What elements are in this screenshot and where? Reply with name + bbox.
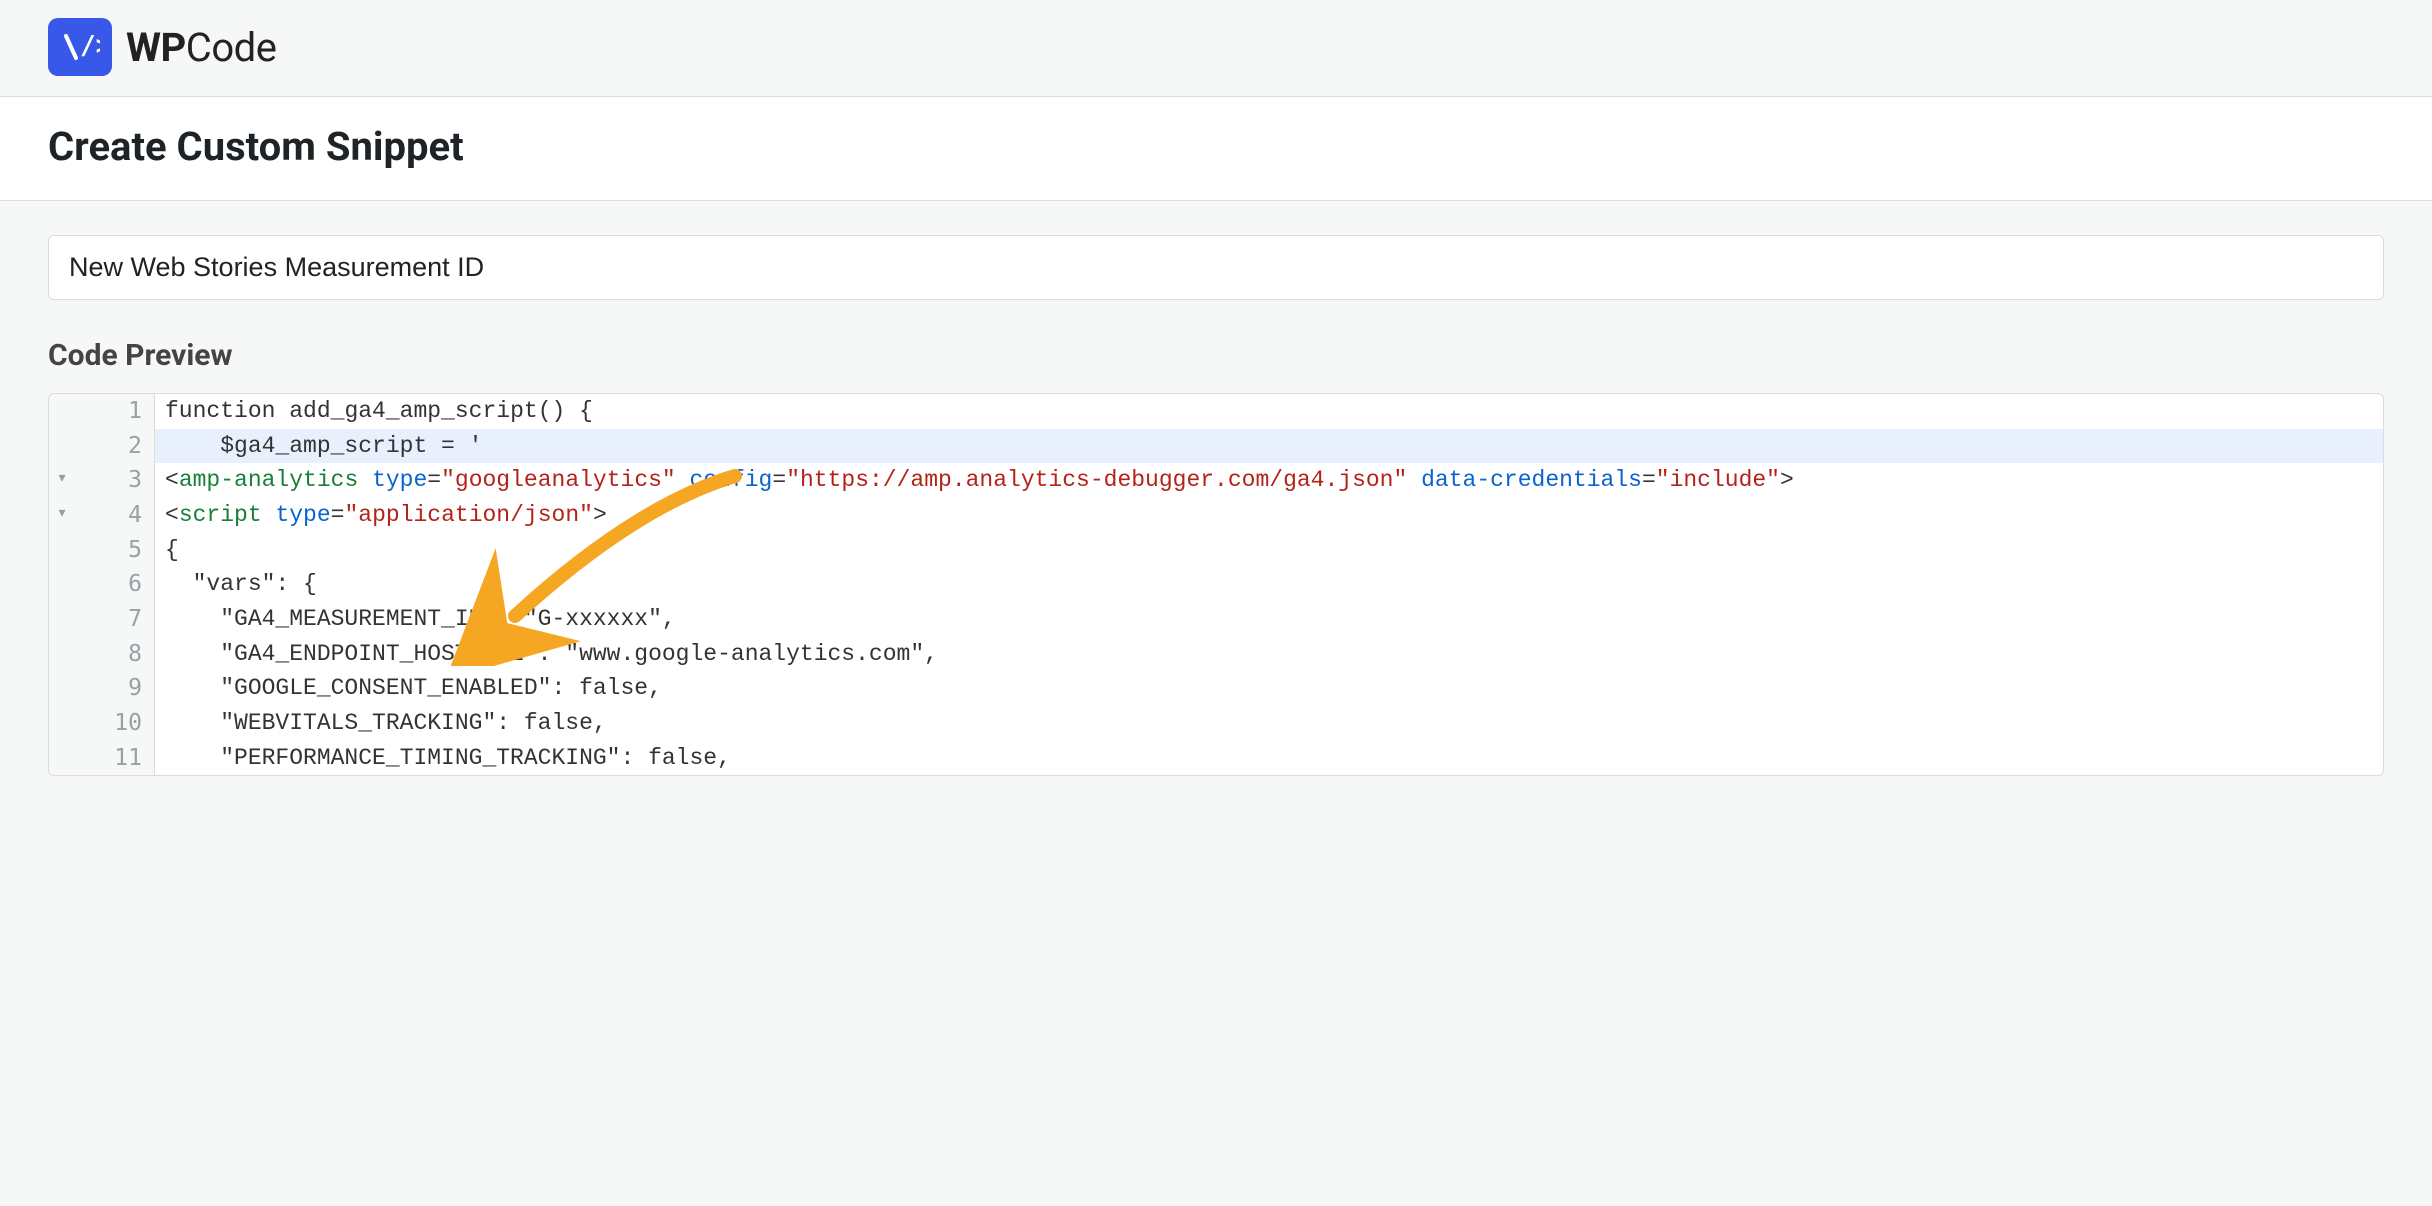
code-content[interactable]: <amp-analytics type="googleanalytics" co… [155, 463, 2383, 498]
code-line[interactable]: 6 "vars": { [49, 567, 2383, 602]
line-number: 8 [75, 637, 155, 672]
code-line[interactable]: 10 "WEBVITALS_TRACKING": false, [49, 706, 2383, 741]
code-content[interactable]: "vars": { [155, 567, 2383, 602]
code-content[interactable]: "GOOGLE_CONSENT_ENABLED": false, [155, 671, 2383, 706]
code-line[interactable]: 11 "PERFORMANCE_TIMING_TRACKING": false, [49, 741, 2383, 776]
app-header: /> WPCode [0, 0, 2432, 96]
code-content[interactable]: <script type="application/json"> [155, 498, 2383, 533]
code-content[interactable]: "GA4_ENDPOINT_HOSTNAME": "www.google-ana… [155, 637, 2383, 672]
fold-gutter [49, 429, 75, 464]
fold-gutter[interactable]: ▾ [49, 463, 75, 498]
line-number: 7 [75, 602, 155, 637]
line-number: 4 [75, 498, 155, 533]
code-content[interactable]: "PERFORMANCE_TIMING_TRACKING": false, [155, 741, 2383, 776]
fold-gutter [49, 741, 75, 776]
code-line[interactable]: 8 "GA4_ENDPOINT_HOSTNAME": "www.google-a… [49, 637, 2383, 672]
logo-text: WPCode [126, 24, 276, 71]
fold-gutter [49, 602, 75, 637]
fold-gutter [49, 706, 75, 741]
code-line[interactable]: ▾3<amp-analytics type="googleanalytics" … [49, 463, 2383, 498]
fold-gutter [49, 567, 75, 602]
code-content[interactable]: function add_ga4_amp_script() { [155, 394, 2383, 429]
code-content[interactable]: "WEBVITALS_TRACKING": false, [155, 706, 2383, 741]
fold-gutter [49, 671, 75, 706]
fold-gutter [49, 394, 75, 429]
code-editor[interactable]: 1function add_ga4_amp_script() {2 $ga4_a… [48, 393, 2384, 776]
wpcode-logo-icon: /> [48, 18, 112, 76]
code-line[interactable]: 7 "GA4_MEASUREMENT_ID": "G-xxxxxx", [49, 602, 2383, 637]
line-number: 9 [75, 671, 155, 706]
line-number: 2 [75, 429, 155, 464]
svg-text:/>: /> [80, 32, 100, 61]
logo: /> WPCode [48, 18, 2384, 76]
content-area: Code Preview 1function add_ga4_amp_scrip… [0, 201, 2432, 836]
code-line[interactable]: 9 "GOOGLE_CONSENT_ENABLED": false, [49, 671, 2383, 706]
page-title: Create Custom Snippet [48, 123, 2384, 170]
fold-gutter [49, 533, 75, 568]
line-number: 11 [75, 741, 155, 776]
fold-gutter[interactable]: ▾ [49, 498, 75, 533]
line-number: 5 [75, 533, 155, 568]
code-content[interactable]: "GA4_MEASUREMENT_ID": "G-xxxxxx", [155, 602, 2383, 637]
line-number: 3 [75, 463, 155, 498]
snippet-title-input[interactable] [48, 235, 2384, 300]
page-title-band: Create Custom Snippet [0, 96, 2432, 201]
code-line[interactable]: ▾4<script type="application/json"> [49, 498, 2383, 533]
code-line[interactable]: 2 $ga4_amp_script = ' [49, 429, 2383, 464]
code-line[interactable]: 1function add_ga4_amp_script() { [49, 394, 2383, 429]
line-number: 6 [75, 567, 155, 602]
code-line[interactable]: 5{ [49, 533, 2383, 568]
logo-text-bold: WP [126, 24, 186, 71]
code-content[interactable]: { [155, 533, 2383, 568]
code-preview-heading: Code Preview [48, 338, 2384, 373]
line-number: 1 [75, 394, 155, 429]
fold-gutter [49, 637, 75, 672]
logo-text-light: Code [186, 24, 277, 71]
line-number: 10 [75, 706, 155, 741]
code-content[interactable]: $ga4_amp_script = ' [155, 429, 2383, 464]
